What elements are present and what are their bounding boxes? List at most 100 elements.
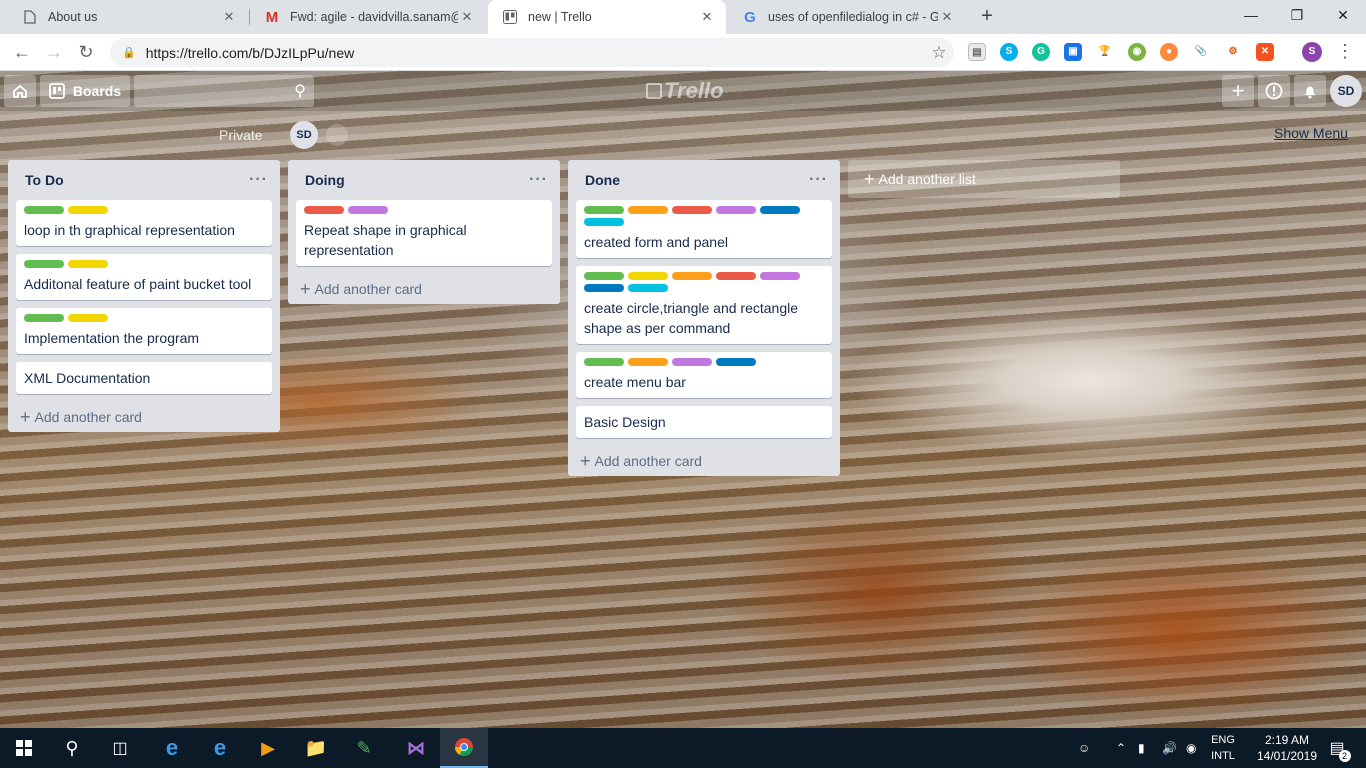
- boards-button[interactable]: Boards: [40, 75, 130, 107]
- card-label[interactable]: [584, 272, 624, 280]
- language-indicator[interactable]: ENG INTL: [1208, 732, 1238, 764]
- close-window-button[interactable]: ✕: [1320, 0, 1366, 30]
- list-menu-icon[interactable]: ···: [529, 171, 548, 189]
- system-clock[interactable]: 2:19 AM 14/01/2019: [1255, 732, 1319, 764]
- add-card-button[interactable]: + Add another card: [568, 446, 840, 476]
- card-label[interactable]: [760, 206, 800, 214]
- card-label[interactable]: [24, 260, 64, 268]
- close-icon[interactable]: ✕: [458, 9, 476, 25]
- card[interactable]: create circle,triangle and rectangle sha…: [576, 266, 832, 344]
- extension-icon[interactable]: ◉: [1128, 43, 1146, 61]
- new-tab-button[interactable]: +: [976, 5, 998, 29]
- media-player-icon[interactable]: ▶: [244, 728, 292, 768]
- back-icon[interactable]: ←: [8, 39, 36, 65]
- card-label[interactable]: [716, 206, 756, 214]
- card-label[interactable]: [68, 260, 108, 268]
- list-title[interactable]: Doing: [305, 172, 529, 188]
- list-title[interactable]: To Do: [25, 172, 249, 188]
- skype-icon[interactable]: S: [1000, 43, 1018, 61]
- profile-avatar-icon[interactable]: S: [1302, 42, 1322, 62]
- internet-explorer-icon[interactable]: e: [148, 728, 196, 768]
- invite-member-icon[interactable]: [326, 124, 348, 146]
- card-label[interactable]: [672, 358, 712, 366]
- card-label[interactable]: [584, 284, 624, 292]
- card-label[interactable]: [24, 314, 64, 322]
- card-label[interactable]: [628, 284, 668, 292]
- add-list-button[interactable]: + Add another list: [848, 160, 1120, 198]
- visual-studio-icon[interactable]: ⋈: [392, 728, 440, 768]
- chrome-icon[interactable]: [440, 728, 488, 768]
- extension-icon[interactable]: ▤: [968, 43, 986, 61]
- card[interactable]: Additonal feature of paint bucket tool: [16, 254, 272, 300]
- card[interactable]: XML Documentation: [16, 362, 272, 394]
- screenshot-icon[interactable]: ▣: [1064, 43, 1082, 61]
- tab-gmail[interactable]: M Fwd: agile - davidvilla.sanam@gr ✕: [250, 0, 486, 34]
- board-search-input[interactable]: ⚲: [134, 75, 314, 107]
- card[interactable]: loop in th graphical representation: [16, 200, 272, 246]
- card-label[interactable]: [68, 206, 108, 214]
- notepad-icon[interactable]: ✎: [340, 728, 388, 768]
- bookmark-star-icon[interactable]: ☆: [924, 43, 954, 63]
- card-label[interactable]: [584, 206, 624, 214]
- home-button[interactable]: [4, 75, 36, 107]
- maximize-button[interactable]: ❐: [1274, 0, 1320, 30]
- card-label[interactable]: [628, 272, 668, 280]
- tab-about-us[interactable]: About us ✕: [8, 0, 248, 34]
- card-label[interactable]: [348, 206, 388, 214]
- user-avatar[interactable]: SD: [1330, 75, 1362, 107]
- add-card-button[interactable]: + Add another card: [288, 274, 560, 304]
- board-member-avatar[interactable]: SD: [290, 121, 318, 149]
- card-label[interactable]: [628, 206, 668, 214]
- close-icon[interactable]: ✕: [220, 9, 238, 25]
- card-label[interactable]: [716, 272, 756, 280]
- card-label[interactable]: [24, 206, 64, 214]
- extension-icon[interactable]: ⚙: [1224, 43, 1242, 61]
- card-label[interactable]: [628, 358, 668, 366]
- address-bar[interactable]: 🔒 https://trello.com/b/DJzILpPu/new ☆: [110, 38, 954, 67]
- board-visibility[interactable]: Private: [219, 122, 263, 148]
- create-button[interactable]: +: [1222, 75, 1254, 107]
- tab-google[interactable]: G uses of openfiledialog in c# - Go ✕: [728, 0, 966, 34]
- extension-icon[interactable]: ✕: [1256, 43, 1274, 61]
- notifications-button[interactable]: [1294, 75, 1326, 107]
- card-label[interactable]: [672, 206, 712, 214]
- list-menu-icon[interactable]: ···: [249, 171, 268, 189]
- forward-icon[interactable]: →: [40, 39, 68, 65]
- paperclip-icon[interactable]: 📎: [1192, 43, 1210, 61]
- card[interactable]: Implementation the program: [16, 308, 272, 354]
- task-view-icon[interactable]: ◫: [96, 728, 144, 768]
- minimize-button[interactable]: —: [1228, 0, 1274, 30]
- wifi-icon[interactable]: ◉: [1186, 728, 1196, 768]
- trophy-icon[interactable]: 🏆: [1096, 43, 1114, 61]
- battery-icon[interactable]: ▮: [1138, 728, 1145, 768]
- card-label[interactable]: [68, 314, 108, 322]
- show-hidden-icons-icon[interactable]: ⌃: [1116, 728, 1126, 768]
- list-title[interactable]: Done: [585, 172, 809, 188]
- close-icon[interactable]: ✕: [938, 9, 956, 25]
- grammarly-icon[interactable]: G: [1032, 43, 1050, 61]
- show-menu-link[interactable]: Show Menu: [1274, 125, 1348, 141]
- card-label[interactable]: [304, 206, 344, 214]
- card[interactable]: created form and panel: [576, 200, 832, 258]
- card-label[interactable]: [716, 358, 756, 366]
- browser-menu-icon[interactable]: ⋮: [1336, 42, 1354, 60]
- close-icon[interactable]: ✕: [698, 9, 716, 25]
- volume-icon[interactable]: 🔊: [1162, 728, 1177, 768]
- edge-icon[interactable]: e: [196, 728, 244, 768]
- info-button[interactable]: [1258, 75, 1290, 107]
- card[interactable]: Repeat shape in graphical representation: [296, 200, 552, 266]
- action-center-icon[interactable]: ▤ 2: [1322, 728, 1352, 768]
- card-label[interactable]: [672, 272, 712, 280]
- tab-trello[interactable]: new | Trello ✕: [488, 0, 726, 34]
- windows-start-icon[interactable]: [0, 728, 48, 768]
- extension-icon[interactable]: ●: [1160, 43, 1178, 61]
- card-label[interactable]: [584, 358, 624, 366]
- card[interactable]: create menu bar: [576, 352, 832, 398]
- file-explorer-icon[interactable]: 📁: [292, 728, 340, 768]
- reload-icon[interactable]: ↻: [72, 39, 100, 65]
- card-label[interactable]: [584, 218, 624, 226]
- search-icon[interactable]: ⚲: [48, 728, 96, 768]
- add-card-button[interactable]: + Add another card: [8, 402, 280, 432]
- people-icon[interactable]: ☺: [1078, 728, 1090, 768]
- card[interactable]: Basic Design: [576, 406, 832, 438]
